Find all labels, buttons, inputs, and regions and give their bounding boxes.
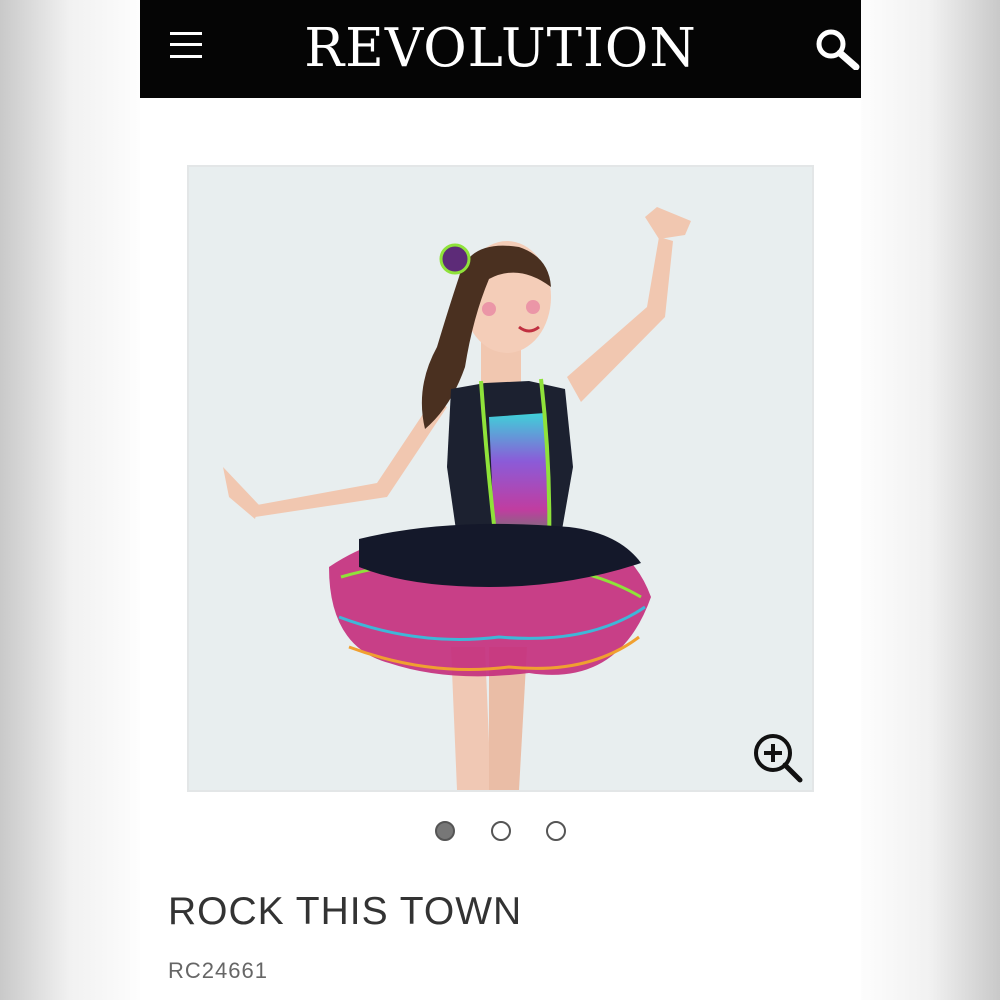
carousel-dot-3[interactable] [545, 820, 566, 841]
mobile-page: REVOLUTION ROCK THIS TOWN RC24661 [140, 0, 861, 1000]
zoom-button[interactable] [752, 732, 804, 784]
top-navigation-bar: REVOLUTION [140, 0, 861, 98]
brand-logo[interactable]: REVOLUTION [240, 14, 761, 84]
dancer-photo [223, 207, 691, 790]
carousel-dot-2[interactable] [490, 820, 511, 841]
search-button[interactable] [812, 22, 861, 70]
search-icon [816, 29, 860, 70]
carousel-dot-1[interactable] [435, 820, 456, 841]
product-image[interactable] [187, 165, 814, 792]
zoom-in-icon [754, 734, 803, 783]
hamburger-menu-button[interactable] [166, 30, 206, 64]
product-sku: RC24661 [168, 958, 268, 983]
product-title: ROCK THIS TOWN [168, 890, 523, 933]
carousel-indicators [140, 820, 861, 848]
